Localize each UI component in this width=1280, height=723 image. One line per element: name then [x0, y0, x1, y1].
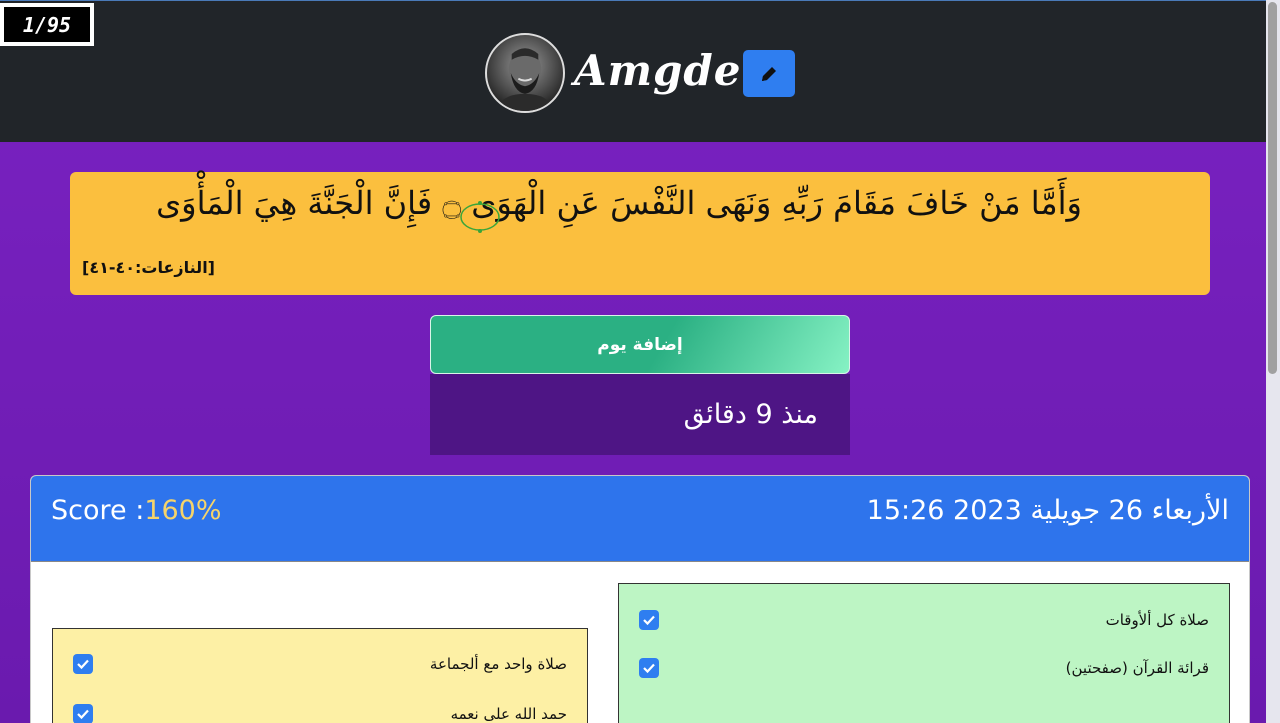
check-icon	[643, 615, 655, 626]
tasks-panel-yellow: صلاة واحد مع ألجماعة حمد الله على نعمه	[52, 628, 588, 723]
task-label: حمد الله على نعمه	[450, 705, 567, 723]
ayah-end-icon	[460, 201, 500, 233]
task-label: قرائة القرآن (صفحتين)	[1065, 659, 1209, 677]
tasks-panel-green: صلاة كل ألأوقات قرائة القرآن (صفحتين)	[618, 583, 1230, 723]
task-label: صلاة كل ألأوقات	[1105, 611, 1209, 629]
avatar[interactable]	[485, 33, 565, 113]
task-label: صلاة واحد مع ألجماعة	[429, 655, 567, 673]
check-icon	[77, 709, 89, 720]
scrollbar-thumb[interactable]	[1268, 2, 1277, 374]
task-checkbox[interactable]	[639, 658, 659, 678]
check-icon	[643, 663, 655, 674]
task-checkbox[interactable]	[639, 610, 659, 630]
task-item: صلاة واحد مع ألجماعة	[73, 654, 567, 676]
task-checkbox[interactable]	[73, 704, 93, 723]
quran-verse-banner: وَأَمَّا مَنْ خَافَ مَقَامَ رَبِّهِ وَنَ…	[70, 172, 1210, 295]
day-card: Score :160% الأربعاء 26 جويلية 2023 15:2…	[30, 475, 1250, 723]
score-label: Score :	[51, 495, 145, 526]
score: Score :160%	[51, 494, 222, 528]
username: Amgde	[574, 46, 742, 95]
page-scrollbar[interactable]	[1266, 0, 1280, 723]
avatar-image	[496, 48, 554, 111]
edit-username-button[interactable]	[743, 50, 795, 97]
task-item: صلاة كل ألأوقات	[639, 610, 1209, 632]
day-date: الأربعاء 26 جويلية 2023 15:26	[866, 495, 1229, 526]
day-card-header: Score :160% الأربعاء 26 جويلية 2023 15:2…	[31, 476, 1249, 562]
task-item: قرائة القرآن (صفحتين)	[639, 658, 1209, 680]
task-item: حمد الله على نعمه	[73, 704, 567, 723]
verse-reference: [النازعات:٤٠-٤١]	[82, 258, 215, 277]
app-header: 1/95 Amgde	[0, 0, 1266, 142]
task-checkbox[interactable]	[73, 654, 93, 674]
last-update-time: منذ 9 دقائق	[430, 374, 850, 455]
day-counter: 1/95	[0, 3, 94, 46]
score-value: 160%	[144, 495, 222, 526]
add-day-button[interactable]: إضافة يوم	[430, 315, 850, 374]
verse-text: وَأَمَّا مَنْ خَافَ مَقَامَ رَبِّهِ وَنَ…	[156, 184, 1082, 222]
check-icon	[77, 659, 89, 670]
pencil-icon	[762, 66, 776, 81]
